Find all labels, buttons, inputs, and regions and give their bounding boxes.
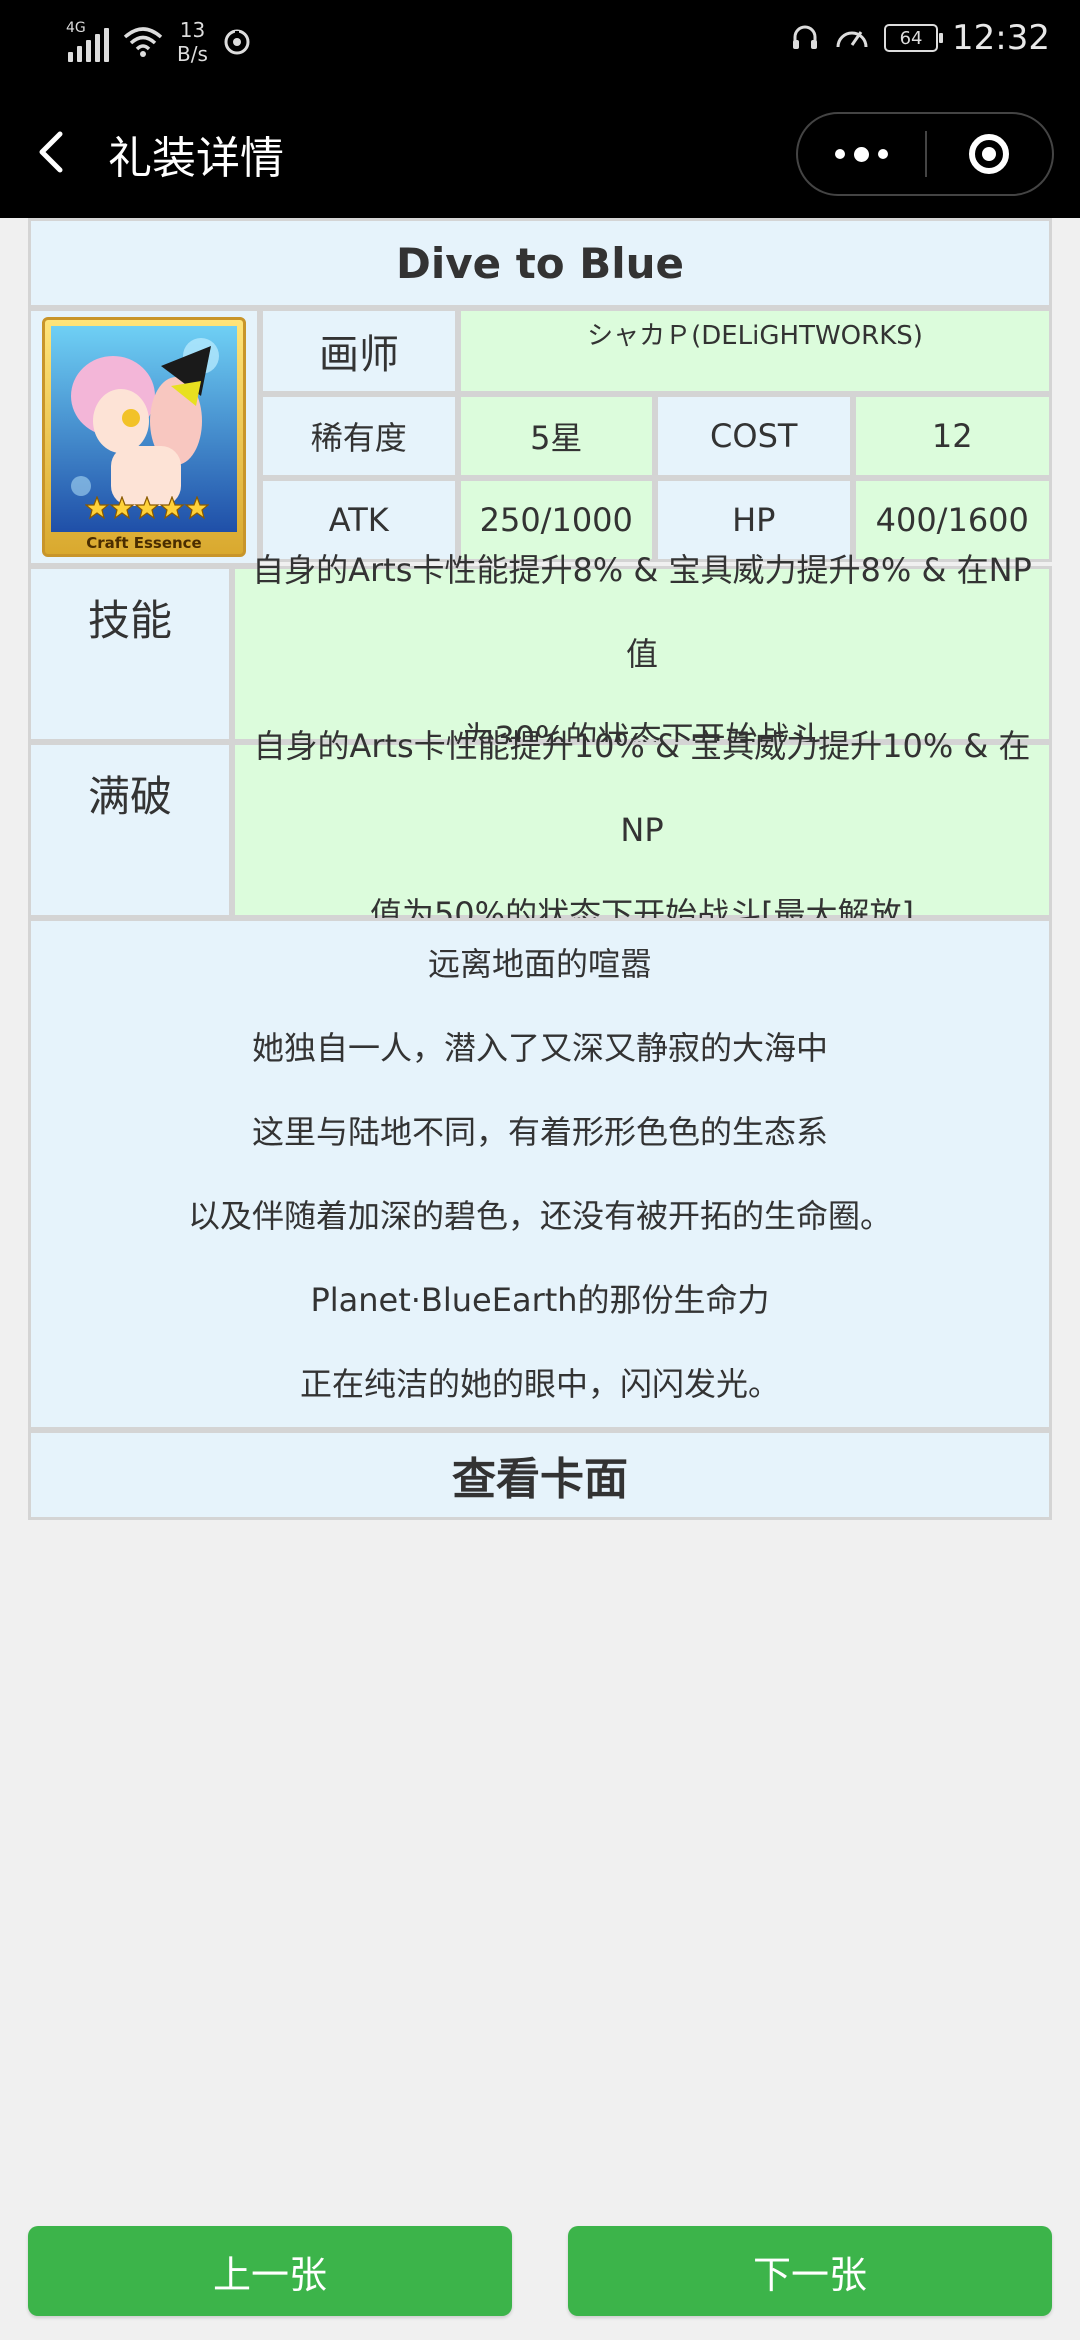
- five-star-rating: [85, 496, 209, 520]
- signal-icon: 4G: [66, 20, 109, 62]
- next-card-button[interactable]: 下一张: [568, 2226, 1052, 2316]
- description-line: 正在纯洁的她的眼中，闪闪发光。: [299, 1365, 780, 1403]
- more-dots-icon: [835, 149, 845, 159]
- wifi-icon: [123, 27, 163, 57]
- craft-essence-detail: Dive to Blue Craft Essence 画师 シャカＰ(DELiG…: [28, 218, 1052, 1520]
- status-bar: 4G 13 B/s 64 12:32: [0, 0, 1080, 90]
- card-thumbnail[interactable]: Craft Essence: [42, 317, 246, 557]
- hotspot-icon: [224, 29, 250, 55]
- battery-icon: 64: [884, 24, 944, 52]
- description-line: Planet·BlueEarth的那份生命力: [310, 1281, 770, 1319]
- artist-value: シャカＰ(DELiGHTWORKS): [458, 308, 1052, 394]
- description-line: 她独自一人，潜入了又深又静寂的大海中: [251, 1029, 828, 1067]
- mini-program-capsule: [796, 112, 1054, 196]
- previous-card-button[interactable]: 上一张: [28, 2226, 512, 2316]
- network-type-label: 4G: [66, 20, 86, 36]
- rarity-label: 稀有度: [260, 394, 458, 478]
- view-card-face-button[interactable]: 查看卡面: [28, 1430, 1052, 1520]
- card-description: 远离地面的喧嚣 她独自一人，潜入了又深又静寂的大海中 这里与陆地不同，有着形形色…: [28, 918, 1052, 1430]
- headset-icon: [793, 25, 818, 49]
- cost-label: COST: [655, 394, 853, 478]
- max-limit-break-label: 满破: [28, 742, 232, 918]
- chevron-left-icon: [39, 131, 63, 173]
- card-thumbnail-cell: Craft Essence: [28, 308, 260, 566]
- close-button[interactable]: [927, 114, 1052, 194]
- card-caption: Craft Essence: [86, 534, 202, 552]
- target-circle-icon: [969, 134, 1010, 174]
- card-name: Dive to Blue: [28, 218, 1052, 308]
- top-bar: 4G 13 B/s 64 12:32 礼装详情: [0, 0, 1080, 218]
- speedometer-icon: [836, 31, 868, 48]
- back-button[interactable]: [30, 122, 78, 182]
- clock: 12:32: [952, 18, 1050, 58]
- description-line: 远离地面的喧嚣: [427, 945, 652, 983]
- cost-value: 12: [852, 394, 1052, 478]
- description-line: 以及伴随着加深的碧色，还没有被开拓的生命圈。: [187, 1197, 892, 1235]
- nav-bar: 礼装详情: [0, 100, 1080, 208]
- page-title: 礼装详情: [108, 133, 284, 184]
- skill-label: 技能: [28, 566, 232, 742]
- max-limit-break-text: 自身的Arts卡性能提升10% & 宝具威力提升10% & 在NP 值为50%的…: [232, 727, 1052, 933]
- more-button[interactable]: [798, 114, 925, 194]
- rarity-value: 5星: [457, 394, 655, 478]
- network-speed: 13 B/s: [177, 18, 208, 66]
- description-line: 这里与陆地不同，有着形形色色的生态系: [251, 1113, 828, 1151]
- artist-label: 画师: [260, 308, 458, 394]
